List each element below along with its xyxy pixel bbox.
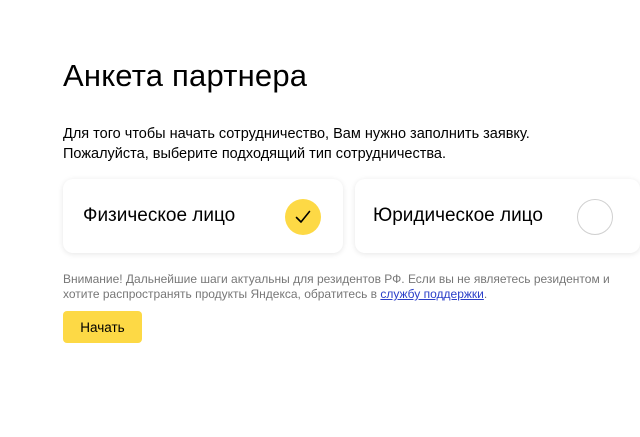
checkmark-glyph	[295, 210, 311, 223]
intro-line-1: Для того чтобы начать сотрудничество, Ва…	[63, 126, 530, 142]
notice-text-after: .	[483, 287, 488, 301]
page-title: Анкета партнера	[63, 58, 308, 93]
notice-text: Внимание! Дальнейшие шаги актуальны для …	[63, 272, 623, 302]
empty-radio-icon[interactable]	[577, 199, 613, 235]
option-individual-card[interactable]: Физическое лицо	[63, 179, 343, 253]
check-icon[interactable]	[285, 199, 321, 235]
option-legal-card[interactable]: Юридическое лицо	[355, 179, 640, 253]
option-legal-label: Юридическое лицо	[373, 205, 543, 226]
option-individual-label: Физическое лицо	[83, 205, 236, 226]
start-button[interactable]: Начать	[63, 311, 142, 343]
support-link[interactable]: службу поддержки	[380, 287, 483, 301]
intro-text: Для того чтобы начать сотрудничество, Ва…	[63, 124, 563, 164]
intro-line-2: Пожалуйста, выберите подходящий тип сотр…	[63, 146, 446, 162]
notice-text-before: Внимание! Дальнейшие шаги актуальны для …	[63, 272, 610, 301]
